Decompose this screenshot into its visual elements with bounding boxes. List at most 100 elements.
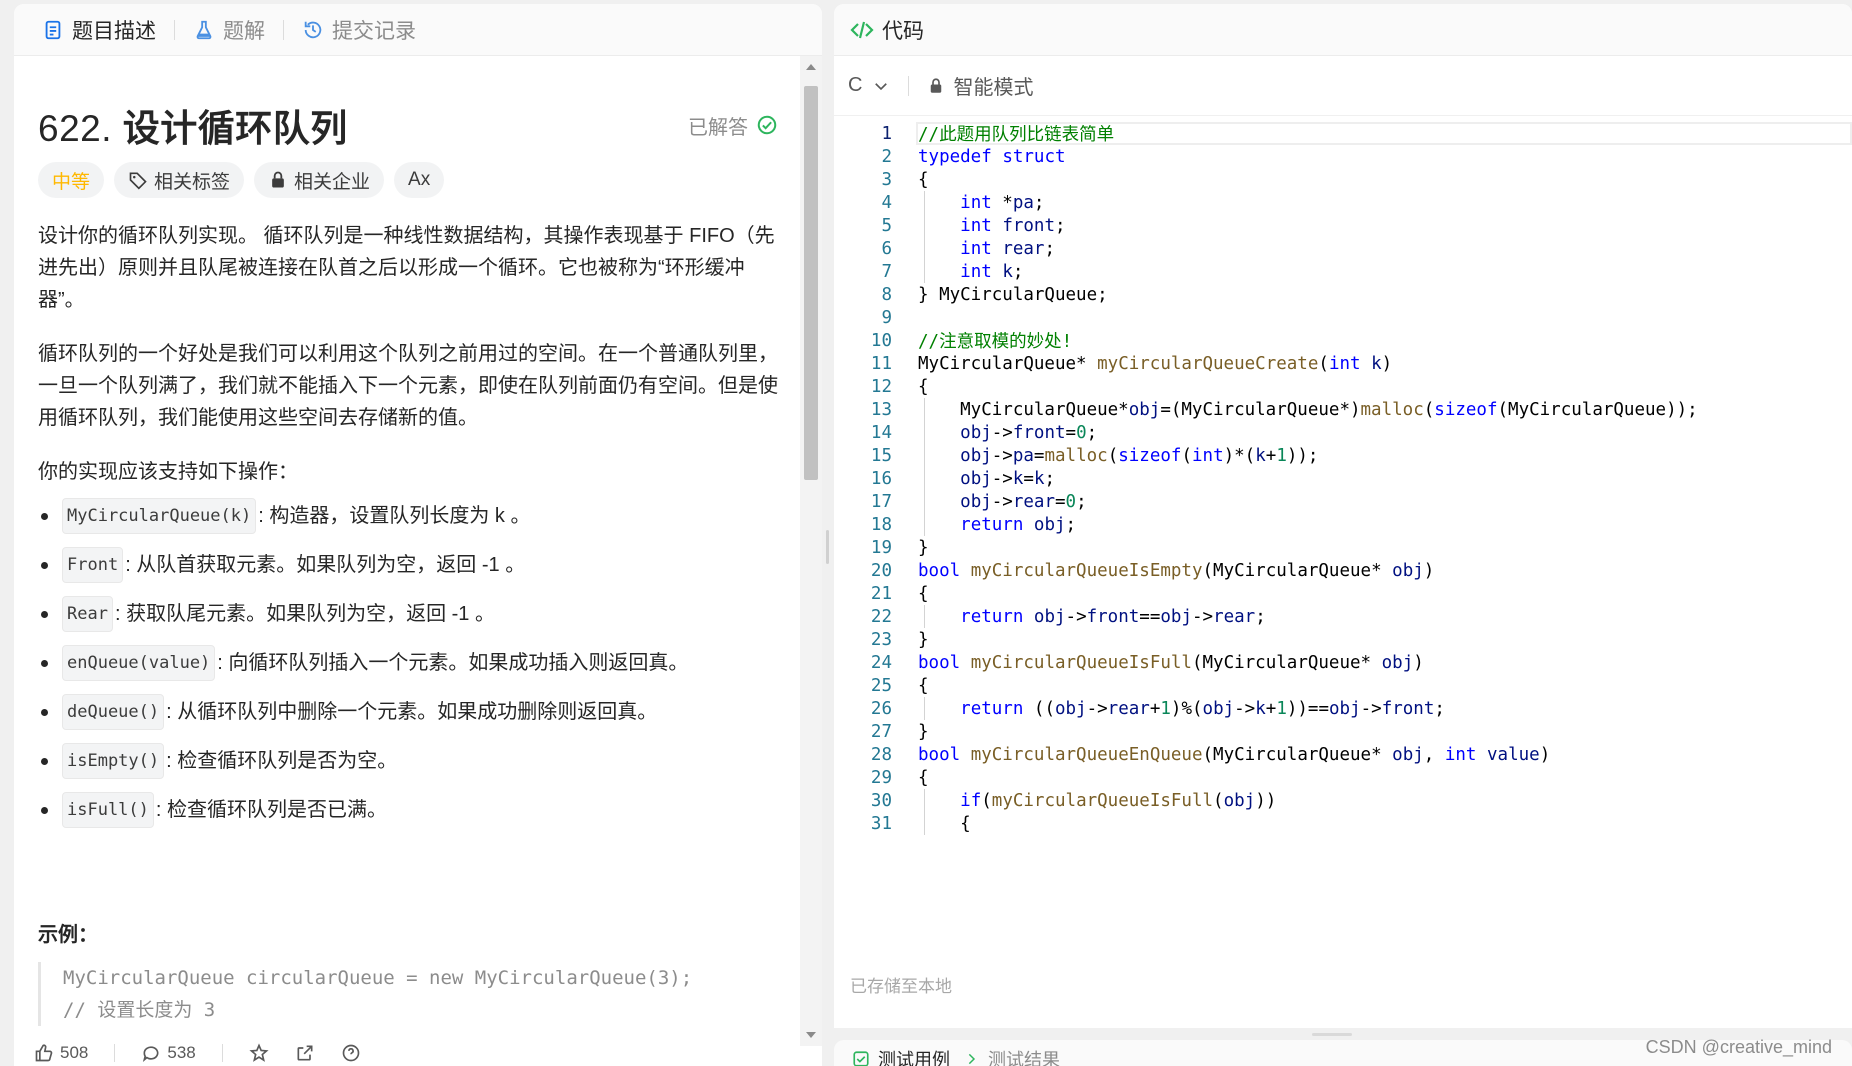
code-text: { xyxy=(918,767,929,788)
code-line[interactable]: 17 obj->rear=0; xyxy=(834,490,1852,513)
list-item-text: : 向循环队列插入一个元素。如果成功插入则返回真。 xyxy=(217,652,689,674)
line-number: 19 xyxy=(870,537,892,558)
translate-button[interactable]: Ax xyxy=(394,162,445,198)
line-number: 29 xyxy=(870,767,892,788)
code-line[interactable]: 19} xyxy=(834,536,1852,559)
code-line[interactable]: 4 int *pa; xyxy=(834,191,1852,214)
share-button[interactable] xyxy=(295,1043,315,1063)
mode-label: 智能模式 xyxy=(953,77,1034,99)
tab-description[interactable]: 题目描述 xyxy=(34,4,164,56)
thumbs-up-icon xyxy=(35,1044,53,1062)
code-text: { xyxy=(918,376,929,397)
code-line[interactable]: 10 //注意取模的妙处! xyxy=(834,329,1852,353)
smart-mode-toggle[interactable]: 智能模式 xyxy=(927,71,1033,100)
description-scrollbar[interactable] xyxy=(800,56,822,1046)
code-editor[interactable]: 1//此题用队列比链表简单 2 typedef struct 3{4 int *pa;… xyxy=(834,122,1852,962)
related-companies-button[interactable]: 相关企业 xyxy=(254,162,385,198)
code-text: } xyxy=(918,537,929,558)
code-line[interactable]: 31 { xyxy=(834,812,1852,835)
tab-submissions[interactable]: 提交记录 xyxy=(294,4,424,56)
problem-footer: 508 538 xyxy=(14,1036,800,1066)
comment-icon xyxy=(143,1046,159,1062)
code-line[interactable]: 13 MyCircularQueue*obj=(MyCircularQueue*… xyxy=(834,398,1852,421)
code-line[interactable]: 6 int rear; xyxy=(834,237,1852,260)
list-item: Rear: 获取队尾元素。如果队列为空，返回 -1 。 xyxy=(38,596,778,632)
problem-number: 622. xyxy=(38,108,113,149)
tag-row: 中等 相关标签 相关企业 Ax xyxy=(38,162,445,198)
code-text: int rear; xyxy=(960,238,1056,259)
code-text: { xyxy=(918,675,929,696)
code-line[interactable]: 11 MyCircularQueue* myCircularQueueCreate… xyxy=(834,352,1852,375)
code-line[interactable]: 16 obj->k=k; xyxy=(834,467,1852,490)
footer-divider xyxy=(221,1044,223,1062)
line-number: 11 xyxy=(870,353,892,374)
list-item-text: : 检查循环队列是否已满。 xyxy=(155,799,388,821)
code-line[interactable]: 28 bool myCircularQueueEnQueue(MyCircular… xyxy=(834,743,1852,766)
tab-label: 题解 xyxy=(223,19,265,43)
code-line[interactable]: 2 typedef struct xyxy=(834,145,1852,168)
like-count: 508 xyxy=(60,1043,89,1062)
line-number: 4 xyxy=(881,192,892,213)
code-line[interactable]: 1 //此题用队列比链表简单 xyxy=(834,122,1852,145)
code-line[interactable]: 7 int k; xyxy=(834,260,1852,283)
favorite-button[interactable] xyxy=(249,1043,269,1063)
code-line[interactable]: 18 return obj; xyxy=(834,513,1852,536)
code-line[interactable]: 12 { xyxy=(834,375,1852,398)
share-icon xyxy=(297,1045,313,1061)
tab-label: 提交记录 xyxy=(332,19,416,43)
tab-test-result[interactable]: 测试结果 xyxy=(964,1040,1060,1066)
code-text: return ((obj->rear+1)%(obj->k+1))==obj->… xyxy=(960,698,1445,719)
code-text: { xyxy=(918,169,929,190)
code-line[interactable]: 15 obj->pa=malloc(sizeof(int)*(k+1)); xyxy=(834,444,1852,467)
indent-guide xyxy=(924,605,925,628)
code-text: return obj->front==obj->rear; xyxy=(960,606,1266,627)
tab-test-case[interactable]: 测试用例 xyxy=(852,1040,950,1066)
related-tags-button[interactable]: 相关标签 xyxy=(114,162,245,198)
tab-solutions[interactable]: 题解 xyxy=(185,4,273,56)
editor-resize-handle[interactable] xyxy=(1312,1033,1352,1036)
code-line[interactable]: 14 obj->front=0; xyxy=(834,421,1852,444)
code-line[interactable]: 8 } MyCircularQueue; xyxy=(834,283,1852,306)
line-number: 21 xyxy=(870,583,892,604)
code-line[interactable]: 24 bool myCircularQueueIsFull(MyCircularQ… xyxy=(834,651,1852,674)
code-line[interactable]: 3{ xyxy=(834,168,1852,191)
list-item-text: : 构造器，设置队列长度为 k 。 xyxy=(258,505,531,527)
code-line[interactable]: 30 if(myCircularQueueIsFull(obj)) xyxy=(834,789,1852,812)
panel-resize-handle[interactable] xyxy=(826,530,829,564)
code-line[interactable]: 27} xyxy=(834,720,1852,743)
code-line[interactable]: 26 return ((obj->rear+1)%(obj->k+1))==ob… xyxy=(834,697,1852,720)
line-number: 12 xyxy=(870,376,892,397)
code-text: int k; xyxy=(960,261,1024,282)
line-number: 25 xyxy=(870,675,892,696)
code-line[interactable]: 22 return obj->front==obj->rear; xyxy=(834,605,1852,628)
code-line[interactable]: 20 bool myCircularQueueIsEmpty(MyCircular… xyxy=(834,559,1852,582)
code-text: } MyCircularQueue; xyxy=(918,284,1108,305)
code-line[interactable]: 23} xyxy=(834,628,1852,651)
list-item-text: : 获取队尾元素。如果队列为空，返回 -1 。 xyxy=(114,603,495,625)
code-line[interactable]: 21 { xyxy=(834,582,1852,605)
code-header: 代码 xyxy=(834,4,1852,56)
comments-button[interactable]: 538 xyxy=(141,1043,196,1063)
help-button[interactable] xyxy=(341,1043,361,1063)
toolbar-divider xyxy=(908,75,910,96)
scroll-up-arrow[interactable] xyxy=(806,64,816,70)
scroll-thumb[interactable] xyxy=(804,86,818,480)
code-text: } xyxy=(918,629,929,650)
inline-code: isEmpty() xyxy=(62,743,165,779)
line-number: 27 xyxy=(870,721,892,742)
difficulty-badge[interactable]: 中等 xyxy=(38,162,105,198)
code-line[interactable]: 25 { xyxy=(834,674,1852,697)
line-number: 1 xyxy=(881,123,892,144)
code-line[interactable]: 5 int front; xyxy=(834,214,1852,237)
scroll-down-arrow[interactable] xyxy=(806,1032,816,1038)
code-line[interactable]: 29 { xyxy=(834,766,1852,789)
language-select[interactable]: C xyxy=(848,74,890,97)
code-line[interactable]: 9 xyxy=(834,306,1852,329)
app-root: 题目描述 题解 提交记录 622. 设计循环队列 已解答 中等 相关标签 相关企… xyxy=(0,0,1852,1066)
line-number: 8 xyxy=(881,284,892,305)
line-number: 15 xyxy=(870,445,892,466)
test-result-label: 测试结果 xyxy=(988,1050,1060,1066)
line-number: 5 xyxy=(881,215,892,236)
like-button[interactable]: 508 xyxy=(34,1043,88,1063)
indent-guide xyxy=(924,398,925,536)
